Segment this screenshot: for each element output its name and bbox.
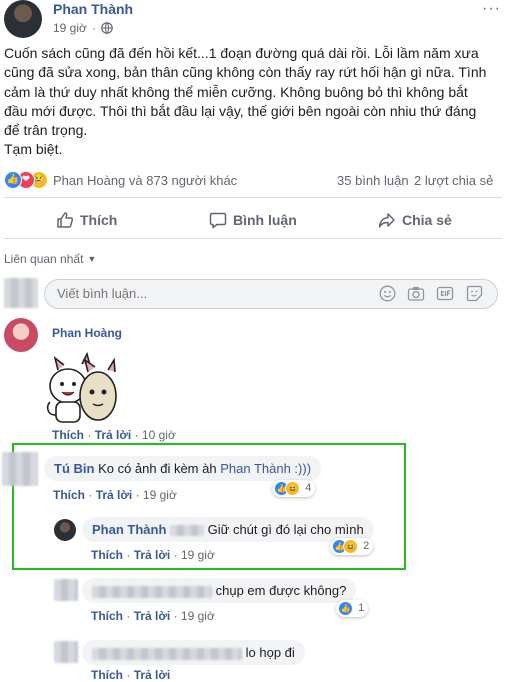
comment-reactions[interactable]: 👍😆 2 (330, 538, 374, 555)
comment-label: Bình luận (233, 212, 297, 228)
comment-author[interactable]: Phan Hoàng (52, 326, 122, 340)
post-line: Tạm biệt. (4, 141, 63, 158)
comment-text: lo họp đi (245, 645, 295, 660)
separator: · (135, 488, 143, 502)
post-line: đầu mới được. Thôi thì bắt đầu lại vậy, … (4, 102, 477, 119)
comment-actions: Thích · Trả lời · 19 giờ (91, 548, 215, 562)
sticker-image (42, 350, 122, 426)
comment-reply-link[interactable]: Trả lời (134, 609, 171, 623)
redacted-name (92, 647, 242, 660)
separator: · (134, 428, 142, 442)
comment-bubble: chụp em được không? (82, 578, 357, 603)
post-line: để trân trọng. (4, 122, 88, 139)
reaction-summary[interactable]: 👍 ❤ 😢 Phan Hoàng và 873 người khác (4, 171, 237, 189)
comment-actions: Thích · Trả lời · 10 giờ (52, 428, 176, 442)
comment-text: Ko có ảnh đi kèm àh (98, 461, 217, 476)
sort-label: Liên quan nhất (4, 252, 84, 266)
comment-reply-link[interactable]: Trả lời (134, 668, 171, 682)
comment-time[interactable]: 19 giờ (181, 609, 215, 623)
separator: · (126, 609, 134, 623)
dot-separator: · (91, 21, 96, 35)
separator: · (126, 668, 134, 682)
reaction-count: 2 (363, 540, 370, 553)
reaction-count-text[interactable]: Phan Hoàng và 873 người khác (53, 173, 237, 188)
comment-input[interactable] (55, 285, 359, 302)
haha-reaction-icon: 😆 (285, 481, 300, 496)
commenter-avatar[interactable] (54, 519, 76, 541)
commenter-avatar[interactable] (54, 579, 78, 601)
comment-like-link[interactable]: Thích (91, 668, 123, 682)
comment-reply-link[interactable]: Trả lời (95, 428, 132, 442)
comment-reactions[interactable]: 👍😆 4 (272, 480, 316, 497)
like-reaction-icon: 👍 (4, 171, 22, 189)
share-button[interactable]: Chia sẻ (378, 211, 452, 229)
comment-reactions[interactable]: 👍 1 (336, 600, 369, 617)
like-label: Thích (80, 212, 118, 228)
comment-like-link[interactable]: Thích (91, 609, 123, 623)
share-label: Chia sẻ (402, 212, 452, 228)
emoji-icon[interactable] (379, 285, 396, 307)
globe-icon (101, 22, 113, 34)
redacted-name (170, 525, 205, 537)
reaction-count: 1 (358, 602, 365, 615)
comment-bubble-icon (209, 212, 227, 229)
post-line: Cuốn sách cũng đã đến hồi kết...1 đoạn đ… (4, 45, 479, 61)
divider (4, 238, 502, 239)
post-options-button[interactable]: ··· (482, 0, 501, 18)
post-author-name[interactable]: Phan Thành (53, 1, 133, 17)
comment-mention[interactable]: Phan Thành :))) (220, 461, 311, 476)
comment-actions: Thích · Trả lời · 19 giờ (91, 609, 215, 623)
comment-input-box[interactable] (44, 279, 498, 309)
post-line: cũng đã sửa xong, bản thân cũng không cò… (4, 64, 487, 81)
chevron-down-icon: ▼ (87, 254, 97, 264)
comment-text: chụp em được không? (215, 583, 347, 598)
sticker-icon[interactable] (466, 285, 483, 307)
comment-bubble: Phan Thành Giữ chút gì đó lại cho mình (82, 517, 374, 542)
current-user-avatar (4, 278, 38, 308)
comment-bubble: lo họp đi (82, 640, 305, 665)
separator: · (88, 488, 96, 502)
post-meta: 19 giờ · (53, 21, 113, 35)
post-time[interactable]: 19 giờ (53, 21, 87, 35)
comment-time[interactable]: 19 giờ (181, 548, 215, 562)
commenter-avatar[interactable] (2, 452, 38, 486)
commenter-avatar[interactable] (4, 318, 38, 352)
post-content: Cuốn sách cũng đã đến hồi kết...1 đoạn đ… (4, 44, 504, 160)
comments-count[interactable]: 35 bình luận (337, 173, 409, 188)
redacted-name (92, 585, 212, 598)
commenter-avatar[interactable] (54, 641, 78, 663)
like-reaction-icon: 👍 (338, 601, 353, 616)
gif-icon[interactable] (436, 285, 454, 307)
separator: · (173, 548, 181, 562)
like-button[interactable]: Thích (56, 211, 117, 229)
comment-bubble: Tú Bin Ko có ảnh đi kèm àh Phan Thành :)… (44, 456, 322, 481)
separator: · (173, 609, 181, 623)
separator: · (87, 428, 95, 442)
comment-reply-link[interactable]: Trả lời (96, 488, 133, 502)
shares-count[interactable]: 2 lượt chia sẻ (414, 173, 493, 188)
comment-author[interactable]: Tú Bin (54, 461, 94, 476)
comment-reply-link[interactable]: Trả lời (134, 548, 171, 562)
comment-sort-dropdown[interactable]: Liên quan nhất ▼ (4, 252, 96, 266)
share-arrow-icon (378, 213, 395, 228)
comment-author[interactable]: Phan Thành (92, 522, 166, 537)
comment-like-link[interactable]: Thích (91, 548, 123, 562)
divider (4, 197, 502, 198)
comment-actions: Thích · Trả lời · 19 giờ (53, 488, 177, 502)
comment-text: Giữ chút gì đó lại cho mình (207, 522, 364, 537)
comment-like-link[interactable]: Thích (53, 488, 85, 502)
like-thumb-icon (57, 212, 74, 228)
comment-actions: Thích · Trả lời (91, 668, 170, 682)
post-author-avatar[interactable] (4, 0, 42, 38)
comment-time[interactable]: 19 giờ (143, 488, 177, 502)
comment-like-link[interactable]: Thích (52, 428, 84, 442)
post-line: cảm là thứ duy nhất không thể miễn cưỡng… (4, 83, 468, 100)
comment-time[interactable]: 10 giờ (142, 428, 176, 442)
haha-reaction-icon: 😆 (343, 539, 358, 554)
camera-icon[interactable] (407, 285, 425, 307)
comment-button[interactable]: Bình luận (209, 211, 297, 229)
separator: · (126, 548, 134, 562)
reaction-count: 4 (305, 482, 312, 495)
